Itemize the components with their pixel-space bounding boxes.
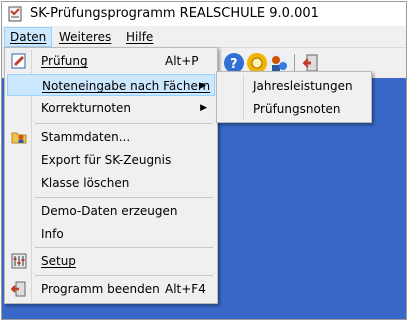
menu-item-label: Noteneingabe nach Fächern	[42, 79, 211, 93]
menu-item-info[interactable]: Info	[7, 223, 215, 245]
menu-bar: Daten Weiteres Hilfe	[2, 27, 406, 48]
menu-item-noteneingabe[interactable]: Noteneingabe nach Fächern ▶	[7, 74, 215, 96]
folder-person-icon	[11, 132, 27, 144]
submenu-item-jahresleistungen[interactable]: Jahresleistungen	[219, 75, 369, 97]
menu-item-stammdaten[interactable]: Stammdaten...	[7, 126, 215, 148]
setup-sliders-icon	[11, 253, 27, 269]
title-bar: SK-Prüfungsprogramm REALSCHULE 9.0.001	[2, 2, 406, 26]
exam-edit-icon	[11, 53, 26, 69]
window-title: SK-Prüfungsprogramm REALSCHULE 9.0.001	[30, 6, 319, 21]
menu-item-label: Stammdaten...	[41, 130, 131, 144]
submenu-arrow-icon: ▶	[199, 81, 206, 91]
noteneingabe-submenu: Jahresleistungen Prüfungsnoten	[216, 71, 372, 123]
menu-item-label: Demo-Daten erzeugen	[41, 204, 178, 218]
menu-item-shortcut: Alt+P	[165, 54, 199, 68]
menu-separator	[35, 275, 213, 276]
menu-item-export[interactable]: Export für SK-Zeugnis	[7, 149, 215, 171]
app-window: SK-Prüfungsprogramm REALSCHULE 9.0.001 D…	[1, 1, 407, 320]
help-icon[interactable]: ?	[224, 53, 244, 73]
menu-item-klasse-loeschen[interactable]: Klasse löschen	[7, 172, 215, 194]
menu-item-pruefung[interactable]: Prüfung Alt+P	[7, 50, 215, 72]
menu-separator	[35, 247, 213, 248]
menu-separator	[35, 197, 213, 198]
svg-text:?: ?	[230, 57, 238, 72]
menu-weiteres[interactable]: Weiteres	[54, 28, 116, 46]
menu-item-label: Klasse löschen	[41, 176, 130, 190]
menu-separator	[35, 123, 213, 124]
menu-item-label: Programm beenden	[41, 282, 160, 296]
submenu-arrow-icon: ▶	[200, 103, 207, 113]
menu-item-label: Korrekturnoten	[41, 101, 132, 115]
menu-item-demo-daten[interactable]: Demo-Daten erzeugen	[7, 200, 215, 222]
award-icon[interactable]	[247, 53, 267, 73]
exit-icon[interactable]	[302, 53, 322, 73]
menu-item-label: Prüfungsnoten	[253, 102, 341, 116]
menu-item-label: Info	[41, 227, 64, 241]
menu-hilfe[interactable]: Hilfe	[121, 28, 158, 46]
app-logo-icon	[8, 6, 22, 22]
submenu-item-pruefungsnoten[interactable]: Prüfungsnoten	[219, 98, 369, 120]
daten-menu: Prüfung Alt+P Noteneingabe nach Fächern …	[4, 47, 218, 304]
menu-item-label: Export für SK-Zeugnis	[41, 153, 172, 167]
menu-daten[interactable]: Daten	[4, 27, 53, 47]
user-info-icon[interactable]	[268, 53, 288, 73]
menu-item-shortcut: Alt+F4	[165, 282, 206, 296]
menu-item-beenden[interactable]: Programm beenden Alt+F4	[7, 278, 215, 300]
menu-item-setup[interactable]: Setup	[7, 250, 215, 272]
exit-door-icon	[11, 281, 26, 297]
menu-item-label: Jahresleistungen	[253, 79, 353, 93]
menu-item-label: Prüfung	[41, 54, 88, 68]
menu-item-label: Setup	[41, 254, 76, 268]
menu-item-korrekturnoten[interactable]: Korrekturnoten ▶	[7, 97, 215, 119]
